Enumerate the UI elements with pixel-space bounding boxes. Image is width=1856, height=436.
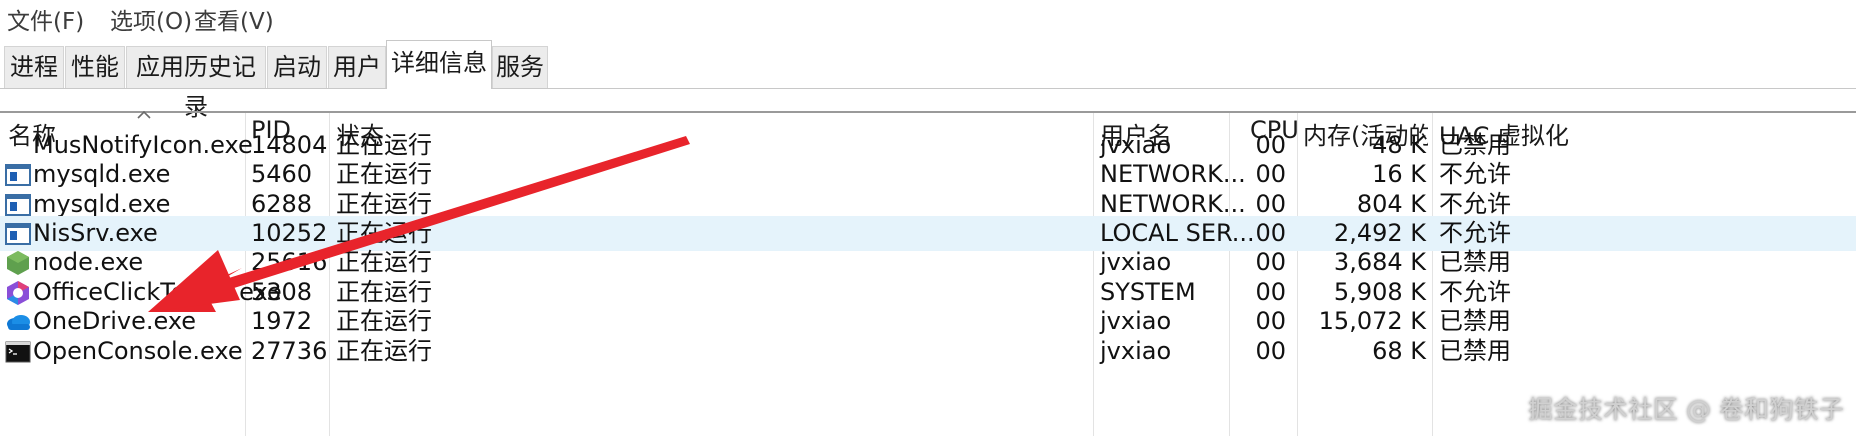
window-app-icon bbox=[5, 194, 31, 216]
process-memory: 68 K bbox=[1372, 337, 1426, 365]
process-status: 正在运行 bbox=[336, 337, 432, 365]
tab-app-history[interactable]: 应用历史记录 bbox=[126, 46, 266, 121]
tab-strip: 进程 性能 应用历史记录 启动 用户 详细信息 服务 bbox=[0, 36, 1856, 121]
menu-view[interactable]: 查看(V) bbox=[194, 2, 274, 36]
sort-ascending-icon bbox=[137, 110, 151, 119]
table-top-border bbox=[0, 111, 1856, 113]
tab-startup[interactable]: 启动 bbox=[267, 46, 327, 88]
window-app-icon bbox=[5, 164, 31, 186]
blank-icon bbox=[5, 133, 31, 159]
watermark: 掘金技术社区 @ 卷和狗铁子 bbox=[1528, 395, 1844, 424]
nodejs-hexagon-icon bbox=[7, 251, 29, 275]
tab-performance[interactable]: 性能 bbox=[65, 46, 125, 88]
onedrive-cloud-icon bbox=[7, 315, 30, 330]
tab-users[interactable]: 用户 bbox=[328, 46, 386, 88]
process-user: jvxiao bbox=[1100, 337, 1172, 365]
menu-options[interactable]: 选项(O) bbox=[110, 2, 192, 36]
process-cpu: 00 bbox=[1255, 337, 1286, 365]
menu-file[interactable]: 文件(F) bbox=[7, 2, 84, 36]
office-icon bbox=[7, 281, 29, 305]
process-pid: 27736 bbox=[251, 337, 328, 365]
tab-processes[interactable]: 进程 bbox=[4, 46, 64, 88]
table-row[interactable]: OpenConsole.exe 27736 正在运行 jvxiao 00 68 … bbox=[0, 334, 1856, 369]
menu-bar: 文件(F) 选项(O) 查看(V) bbox=[0, 0, 1856, 36]
window-app-icon bbox=[5, 223, 31, 245]
process-uac: 已禁用 bbox=[1439, 337, 1511, 365]
process-name: OpenConsole.exe bbox=[33, 337, 243, 365]
tab-details[interactable]: 详细信息 bbox=[386, 40, 492, 89]
tab-services[interactable]: 服务 bbox=[492, 46, 548, 88]
console-icon bbox=[5, 341, 31, 363]
